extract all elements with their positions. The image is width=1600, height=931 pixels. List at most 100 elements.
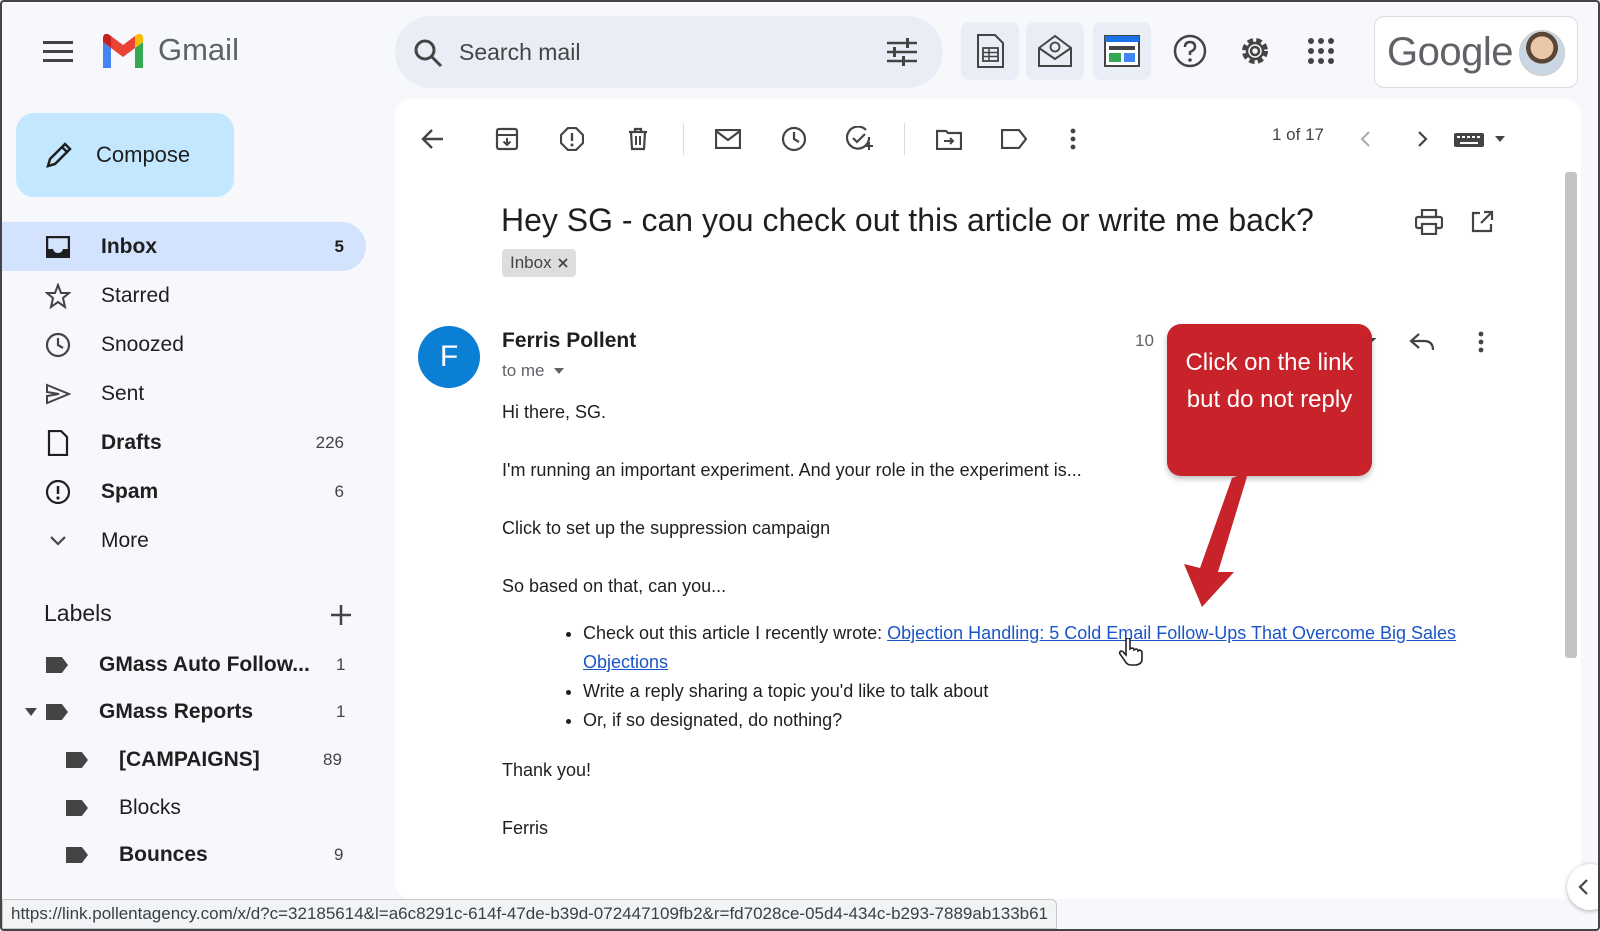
email-signature: Ferris bbox=[502, 818, 548, 838]
label-name: Blocks bbox=[119, 796, 181, 819]
email-view: 1 of 17 Hey SG - can you check out this … bbox=[395, 99, 1581, 899]
email-paragraph: Click to set up the suppression campaign bbox=[502, 518, 831, 538]
sidebar-item-label: Starred bbox=[101, 283, 170, 307]
label-count: 9 bbox=[334, 845, 344, 864]
send-icon bbox=[46, 383, 71, 404]
label-name: [CAMPAIGNS] bbox=[119, 748, 260, 771]
toolbar-divider bbox=[683, 123, 684, 155]
label-icon bbox=[66, 847, 88, 863]
sidebar-item-count: 6 bbox=[334, 481, 344, 501]
label-item[interactable]: Bounces 9 bbox=[66, 833, 356, 877]
caret-down-icon[interactable] bbox=[24, 707, 38, 717]
dashboard-addon-button[interactable] bbox=[1093, 22, 1151, 80]
list-item: Write a reply sharing a topic you'd like… bbox=[583, 677, 1481, 706]
annotation-callout: Click on the link but do not reply bbox=[1167, 324, 1372, 476]
report-spam-button[interactable] bbox=[552, 119, 592, 159]
arrow-left-icon bbox=[421, 129, 443, 149]
scrollbar[interactable] bbox=[1565, 172, 1577, 658]
gmass-addon-button[interactable] bbox=[1026, 22, 1084, 80]
email-paragraph: I'm running an important experiment. And… bbox=[502, 460, 1082, 480]
label-name: GMass Reports bbox=[99, 700, 254, 723]
sidebar-item-starred[interactable]: Starred bbox=[2, 271, 366, 320]
search-bar[interactable] bbox=[395, 16, 943, 88]
reply-button[interactable] bbox=[1402, 322, 1442, 362]
google-account-button[interactable]: Google bbox=[1374, 16, 1578, 88]
email-closing: Thank you! bbox=[502, 760, 592, 780]
label-item[interactable]: GMass Reports 1 bbox=[24, 690, 356, 734]
sidebar-item-drafts[interactable]: Drafts 226 bbox=[2, 418, 366, 467]
add-label-button[interactable] bbox=[326, 600, 356, 630]
settings-button[interactable] bbox=[1226, 22, 1284, 80]
bullet-text: Check out this article I recently wrote: bbox=[583, 623, 888, 643]
toolbar-divider bbox=[904, 123, 905, 155]
newer-button[interactable] bbox=[1345, 119, 1385, 159]
more-vertical-icon bbox=[1478, 331, 1484, 353]
sidebar-item-sent[interactable]: Sent bbox=[2, 369, 366, 418]
sidebar-nav: Inbox 5 Starred Snoozed Sent Drafts 226 … bbox=[2, 222, 370, 565]
move-to-button[interactable] bbox=[929, 119, 969, 159]
list-item: Or, if so designated, do nothing? bbox=[583, 706, 1481, 735]
search-input[interactable] bbox=[459, 34, 839, 70]
side-panel-toggle[interactable] bbox=[1567, 864, 1598, 910]
google-apps-button[interactable] bbox=[1292, 22, 1350, 80]
compose-label: Compose bbox=[96, 142, 191, 167]
sender-name[interactable]: Ferris Pollent bbox=[502, 329, 636, 353]
pencil-icon bbox=[46, 142, 72, 168]
snooze-button[interactable] bbox=[774, 119, 814, 159]
email-bullet-list: Check out this article I recently wrote:… bbox=[561, 619, 1481, 735]
email-greeting: Hi there, SG. bbox=[502, 402, 607, 422]
sidebar-item-spam[interactable]: Spam 6 bbox=[2, 467, 366, 516]
sidebar-item-more[interactable]: More bbox=[2, 516, 366, 565]
chip-label: Inbox bbox=[510, 253, 552, 272]
chevron-left-icon bbox=[1360, 131, 1370, 147]
compose-button[interactable]: Compose bbox=[16, 113, 234, 197]
recipient-details[interactable]: to me bbox=[502, 361, 565, 381]
email-paragraph: So based on that, can you... bbox=[502, 576, 727, 596]
open-new-window-button[interactable] bbox=[1462, 202, 1502, 242]
close-icon[interactable] bbox=[557, 258, 568, 268]
archive-button[interactable] bbox=[487, 119, 527, 159]
sender-avatar[interactable]: F bbox=[418, 326, 480, 388]
main-menu-button[interactable] bbox=[38, 32, 78, 72]
more-options-button[interactable] bbox=[1053, 119, 1093, 159]
dashboard-icon bbox=[1104, 35, 1140, 67]
sheets-addon-button[interactable] bbox=[961, 22, 1019, 80]
gmail-wordmark: Gmail bbox=[158, 32, 239, 67]
labels-button[interactable] bbox=[994, 119, 1034, 159]
input-tools-button[interactable] bbox=[1451, 119, 1511, 159]
search-icon[interactable] bbox=[413, 38, 443, 68]
mark-unread-button[interactable] bbox=[708, 119, 748, 159]
older-button[interactable] bbox=[1403, 119, 1443, 159]
sidebar-item-label: Sent bbox=[101, 381, 145, 405]
gmail-window: Gmail Google Compose Inbox 5 bbox=[0, 0, 1600, 931]
annotation-arrow-icon bbox=[1184, 472, 1248, 607]
keyboard-icon bbox=[1454, 133, 1505, 147]
label-item[interactable]: GMass Auto Follow... 1 bbox=[46, 643, 356, 687]
label-count: 1 bbox=[336, 702, 346, 721]
folder-move-icon bbox=[936, 129, 962, 150]
label-item[interactable]: [CAMPAIGNS] 89 bbox=[66, 738, 356, 782]
help-button[interactable] bbox=[1161, 22, 1219, 80]
sidebar-item-count: 226 bbox=[315, 432, 344, 452]
envelope-at-icon bbox=[1038, 34, 1072, 67]
chevron-right-icon bbox=[1418, 131, 1428, 147]
print-icon bbox=[1415, 209, 1443, 235]
task-add-icon bbox=[846, 126, 873, 150]
search-options-icon[interactable] bbox=[887, 38, 917, 66]
back-button[interactable] bbox=[413, 119, 453, 159]
label-name: GMass Auto Follow... bbox=[99, 653, 310, 676]
sidebar-item-label: Drafts bbox=[101, 430, 162, 454]
label-count: 1 bbox=[336, 655, 346, 674]
message-more-button[interactable] bbox=[1461, 322, 1501, 362]
label-icon bbox=[46, 657, 68, 673]
account-avatar[interactable] bbox=[1519, 30, 1565, 76]
label-name: Bounces bbox=[119, 843, 208, 866]
sidebar-item-inbox[interactable]: Inbox 5 bbox=[2, 222, 366, 271]
delete-button[interactable] bbox=[618, 119, 658, 159]
add-to-tasks-button[interactable] bbox=[840, 119, 880, 159]
sidebar-item-snoozed[interactable]: Snoozed bbox=[2, 320, 366, 369]
label-icon bbox=[46, 704, 68, 720]
gmail-logo[interactable]: Gmail bbox=[100, 32, 239, 68]
print-button[interactable] bbox=[1409, 202, 1449, 242]
label-item[interactable]: Blocks bbox=[66, 786, 356, 830]
